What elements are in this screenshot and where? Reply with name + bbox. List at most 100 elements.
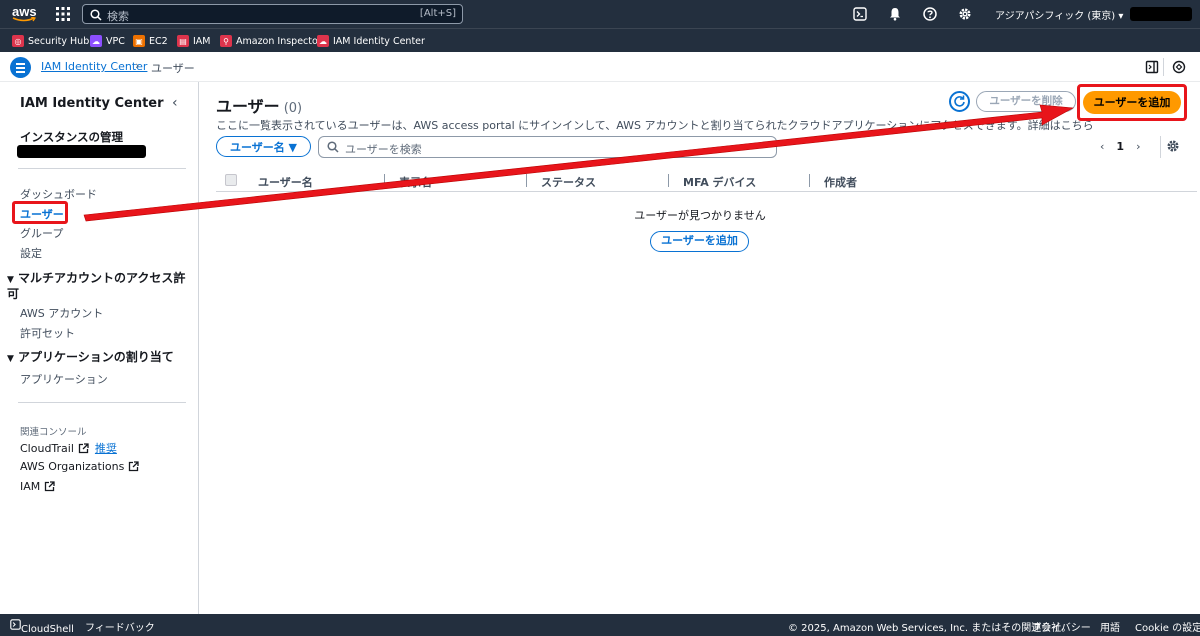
side-navigation: IAM Identity Center ‹ インスタンスの管理 ダッシュボード … [0, 82, 199, 614]
footer-cloudshell[interactable]: CloudShell [10, 619, 74, 635]
user-count: (0) [283, 101, 303, 116]
delete-users-button[interactable]: ユーザーを削除 [976, 91, 1076, 112]
chevron-right-icon[interactable]: › [1136, 140, 1140, 153]
favorites-bar: ◎ Security Hub ☁ VPC ▣ EC2 ▤ IAM ⚲ Amazo… [0, 28, 1200, 52]
sidebar-item-permission-sets[interactable]: 許可セット [20, 325, 75, 341]
column-divider[interactable] [384, 174, 385, 187]
sidebar-item-groups[interactable]: グループ [20, 225, 63, 241]
chevron-left-icon[interactable]: ‹ [172, 95, 178, 111]
annotation-highlight-add-user [1077, 84, 1187, 121]
sidebar-item-settings[interactable]: 設定 [20, 245, 42, 261]
favorite-security-hub[interactable]: ◎ Security Hub [12, 34, 89, 48]
bell-icon[interactable] [888, 7, 902, 21]
breadcrumb-bar: IAM Identity Center › ユーザー [0, 52, 1200, 82]
info-panel-icon[interactable] [1145, 60, 1159, 74]
column-divider[interactable] [526, 174, 527, 187]
external-link-icon [45, 481, 55, 492]
services-grid-icon[interactable] [56, 7, 70, 21]
side-navigation-title[interactable]: IAM Identity Center [20, 96, 164, 111]
favorite-label: IAM [193, 35, 211, 47]
annotation-highlight-users [12, 201, 68, 224]
help-icon[interactable] [923, 7, 937, 21]
favorite-label: EC2 [149, 35, 168, 47]
account-menu-redacted[interactable] [1130, 7, 1192, 21]
column-divider[interactable] [668, 174, 669, 187]
related-link-iam[interactable]: IAM [20, 480, 55, 493]
ec2-icon: ▣ [133, 35, 145, 47]
divider [18, 402, 186, 403]
divider [1163, 58, 1164, 76]
favorite-iam[interactable]: ▤ IAM [177, 34, 211, 48]
section-label: アプリケーションの割り当て [18, 350, 174, 364]
footer-feedback-link[interactable]: フィードバック [85, 619, 155, 634]
breadcrumb-current: ユーザー [151, 62, 195, 75]
aws-logo[interactable]: aws [12, 4, 37, 24]
pagination: ‹ 1 › [1100, 140, 1140, 153]
global-search-input[interactable]: 検索 [Alt+S] [82, 4, 463, 24]
footer-cookie-settings-link[interactable]: Cookie の設定 [1135, 619, 1200, 634]
column-divider[interactable] [809, 174, 810, 187]
main-content: ユーザー (0) ここに一覧表示されているユーザーは、AWS access por… [200, 82, 1200, 614]
empty-state-message: ユーザーが見つかりません [634, 209, 766, 222]
favorite-amazon-inspector[interactable]: ⚲ Amazon Inspector [220, 34, 322, 48]
caret-down-icon: ▼ [7, 354, 14, 364]
favorite-ec2[interactable]: ▣ EC2 [133, 34, 168, 48]
refresh-button[interactable] [949, 91, 970, 112]
side-navigation-toggle[interactable] [10, 57, 31, 78]
cloudshell-icon[interactable] [853, 7, 867, 21]
divider [1160, 136, 1161, 158]
related-consoles-heading: 関連コンソール [20, 427, 87, 438]
search-icon [90, 9, 102, 21]
column-header-status[interactable]: ステータス [541, 174, 596, 190]
hamburger-icon-line [16, 63, 25, 65]
favorite-vpc[interactable]: ☁ VPC [90, 34, 125, 48]
cloudshell-icon [10, 619, 21, 630]
search-placeholder: 検索 [107, 10, 129, 23]
footer-terms-link[interactable]: 用語 [1100, 619, 1120, 634]
page-title: ユーザー (0) [216, 93, 302, 117]
refresh-icon [954, 95, 965, 107]
table-header: ユーザー名 表示名 ステータス MFA デバイス 作成者 [216, 170, 1197, 192]
filter-property-select[interactable]: ユーザー名 ▼ [216, 136, 311, 157]
sidebar-section-applications[interactable]: ▼ アプリケーションの割り当て [7, 350, 174, 366]
related-link-cloudtrail[interactable]: CloudTrail 推奨 [20, 440, 117, 456]
favorite-label: Amazon Inspector [236, 35, 322, 47]
empty-state-add-user-button[interactable]: ユーザーを追加 [650, 231, 749, 252]
column-header-created-by[interactable]: 作成者 [824, 174, 857, 190]
hamburger-icon-line [16, 71, 25, 73]
breadcrumb-link-identity-center[interactable]: IAM Identity Center [41, 60, 147, 73]
search-placeholder: ユーザーを検索 [345, 143, 422, 156]
iam-icon: ▤ [177, 35, 189, 47]
sidebar-item-applications[interactable]: アプリケーション [20, 371, 108, 387]
chevron-left-icon[interactable]: ‹ [1100, 140, 1104, 153]
security-hub-icon: ◎ [12, 35, 24, 47]
column-header-display-name[interactable]: 表示名 [399, 174, 432, 190]
sidebar-item-aws-accounts[interactable]: AWS アカウント [20, 305, 103, 321]
gear-icon[interactable] [958, 7, 972, 21]
favorite-iam-identity-center[interactable]: ☁ IAM Identity Center [317, 34, 425, 48]
hamburger-icon-line [16, 67, 25, 69]
search-icon [327, 141, 339, 153]
column-header-mfa-devices[interactable]: MFA デバイス [683, 174, 756, 190]
instance-heading: インスタンスの管理 [20, 130, 124, 144]
favorite-label: VPC [106, 35, 125, 47]
table-settings-gear-icon[interactable] [1166, 139, 1180, 153]
tutorial-panel-icon[interactable] [1172, 60, 1186, 74]
footer-privacy-link[interactable]: プライバシー [1031, 619, 1091, 634]
external-link-icon [129, 461, 139, 472]
aws-smile-icon [12, 17, 36, 22]
related-link-label: AWS Organizations [20, 460, 125, 473]
page-number[interactable]: 1 [1116, 140, 1124, 153]
recommended-link[interactable]: 推奨 [95, 440, 117, 456]
chevron-right-icon: › [135, 59, 140, 72]
sidebar-item-dashboard[interactable]: ダッシュボード [20, 186, 97, 202]
user-search-input[interactable]: ユーザーを検索 [318, 136, 777, 158]
region-selector[interactable]: アジアパシフィック (東京) ▾ [995, 7, 1123, 22]
footer-copyright: © 2025, Amazon Web Services, Inc. またはその関… [788, 623, 1072, 634]
select-all-checkbox[interactable] [225, 174, 237, 186]
page-description: ここに一覧表示されているユーザーは、AWS access portal にサイン… [216, 119, 1094, 132]
sidebar-section-multi-account[interactable]: ▼ マルチアカウントのアクセス許可 [7, 271, 192, 301]
favorite-label: Security Hub [28, 35, 90, 47]
related-link-organizations[interactable]: AWS Organizations [20, 460, 139, 473]
column-header-username[interactable]: ユーザー名 [258, 174, 313, 190]
